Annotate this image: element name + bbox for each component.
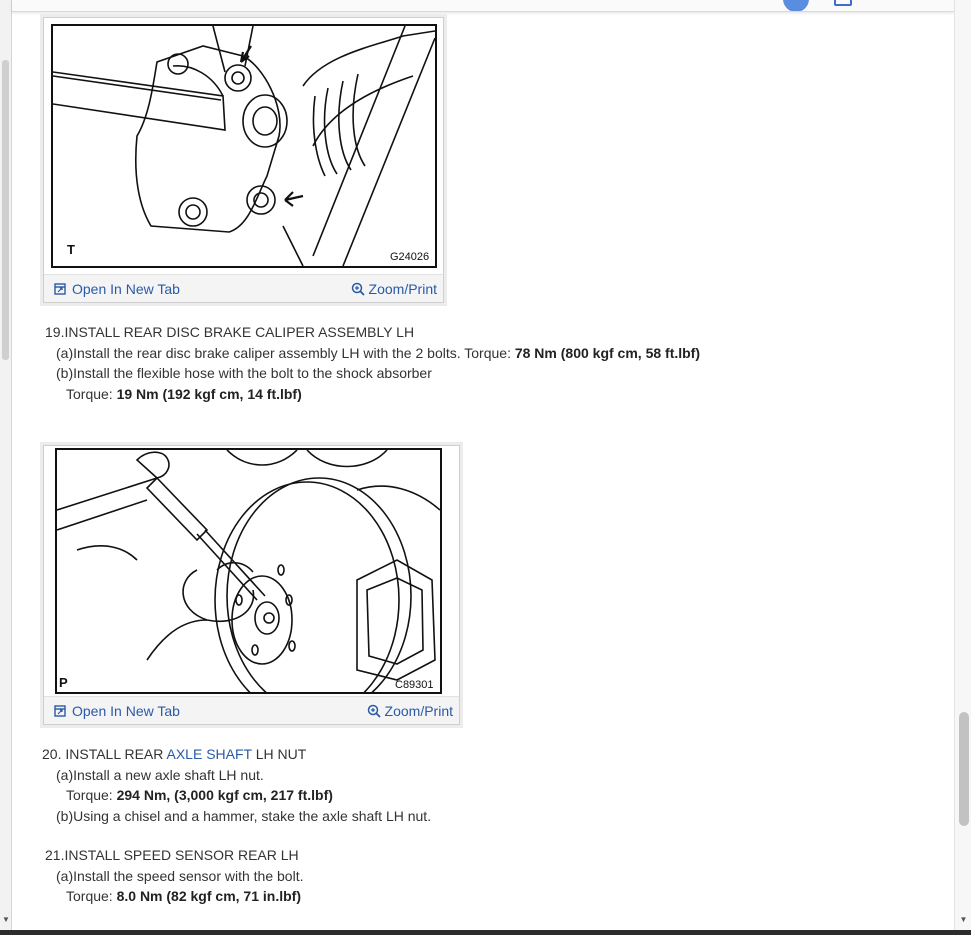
- torque-label: Torque:: [66, 385, 117, 402]
- scroll-down-arrow-icon[interactable]: ▼: [955, 915, 971, 924]
- figure-axle-nut: P C89301 Open In New Tab Zoom/Print: [43, 445, 460, 725]
- step-20-a: (a)Install a new axle shaft LH nut.: [56, 766, 264, 783]
- axle-nut-drawing-svg: [57, 450, 440, 692]
- step-21-a-torque: 8.0 Nm (82 kgf cm, 71 in.lbf): [116, 888, 301, 904]
- torque-label: Torque:: [66, 787, 117, 803]
- scroll-down-arrow-icon[interactable]: ▼: [0, 915, 12, 924]
- left-scrollbar-thumb[interactable]: [2, 60, 9, 360]
- step-21-a-torque-line: Torque: 8.0 Nm (82 kgf cm, 71 in.lbf): [45, 886, 303, 907]
- page-header: [12, 0, 954, 12]
- left-scrollbar[interactable]: ▼: [0, 0, 12, 930]
- user-avatar[interactable]: [783, 0, 809, 11]
- axle-nut-illustration: [55, 448, 442, 694]
- figure-toolbar: Open In New Tab Zoom/Print: [44, 274, 443, 302]
- open-in-new-tab-button[interactable]: Open In New Tab: [54, 281, 180, 297]
- figure-letter: P: [59, 675, 68, 690]
- figure-toolbar: Open In New Tab Zoom/Print: [44, 696, 459, 724]
- step-20-b: (b)Using a chisel and a hammer, stake th…: [56, 807, 432, 824]
- bottom-bar: [0, 930, 971, 935]
- zoom-print-button[interactable]: Zoom/Print: [367, 703, 453, 719]
- page-scrollbar[interactable]: ▼: [954, 0, 971, 930]
- caliper-illustration: [51, 24, 437, 268]
- figure-code: C89301: [395, 679, 434, 691]
- step-19-a: (a)Install the rear disc brake caliper a…: [45, 343, 700, 364]
- page-scrollbar-thumb[interactable]: [959, 712, 969, 826]
- figure-letter: T: [67, 242, 75, 257]
- zoom-print-button[interactable]: Zoom/Print: [351, 281, 437, 297]
- step-20-title-post: LH NUT: [251, 746, 307, 762]
- zoom-icon: [351, 282, 365, 296]
- zoom-icon: [367, 704, 381, 718]
- step-21-a: (a)Install the speed sensor with the bol…: [56, 867, 304, 884]
- step-19-b-torque: 19 Nm (192 kgf cm, 14 ft.lbf): [116, 385, 302, 402]
- step-19-title: 19.INSTALL REAR DISC BRAKE CALIPER ASSEM…: [45, 324, 415, 340]
- zoom-print-label: Zoom/Print: [368, 281, 437, 297]
- step-19-a-text: (a)Install the rear disc brake caliper a…: [56, 344, 515, 361]
- step-21-title: 21.INSTALL SPEED SENSOR REAR LH: [45, 847, 299, 863]
- zoom-print-label: Zoom/Print: [384, 703, 453, 719]
- step-20-a-torque-line: Torque: 294 Nm, (3,000 kgf cm, 217 ft.lb…: [42, 785, 431, 806]
- step-20-a-torque: 294 Nm, (3,000 kgf cm, 217 ft.lbf): [116, 787, 333, 803]
- step-21: 21.INSTALL SPEED SENSOR REAR LH (a)Insta…: [45, 845, 303, 907]
- open-new-tab-icon: [54, 283, 66, 295]
- axle-shaft-link[interactable]: AXLE SHAFT: [167, 746, 252, 762]
- step-19: 19.INSTALL REAR DISC BRAKE CALIPER ASSEM…: [45, 322, 700, 404]
- step-20-title-pre: 20. INSTALL REAR: [42, 746, 167, 762]
- figure-caliper: T G24026 Open In New Tab Zoom/Print: [43, 17, 444, 303]
- torque-label: Torque:: [66, 888, 117, 904]
- open-in-new-tab-label: Open In New Tab: [72, 281, 180, 297]
- open-new-tab-icon: [54, 705, 66, 717]
- open-in-new-tab-button[interactable]: Open In New Tab: [54, 703, 180, 719]
- figure-code: G24026: [390, 251, 430, 263]
- step-19-b: (b)Install the flexible hose with the bo…: [56, 365, 432, 381]
- document-icon[interactable]: [834, 0, 852, 6]
- step-20-title: 20. INSTALL REAR AXLE SHAFT LH NUT: [42, 744, 431, 765]
- caliper-drawing-svg: [53, 26, 435, 266]
- step-19-b-torque-line: Torque: 19 Nm (192 kgf cm, 14 ft.lbf): [45, 384, 700, 405]
- step-19-a-torque: 78 Nm (800 kgf cm, 58 ft.lbf): [514, 344, 701, 361]
- open-in-new-tab-label: Open In New Tab: [72, 703, 180, 719]
- step-20: 20. INSTALL REAR AXLE SHAFT LH NUT (a)In…: [42, 744, 431, 826]
